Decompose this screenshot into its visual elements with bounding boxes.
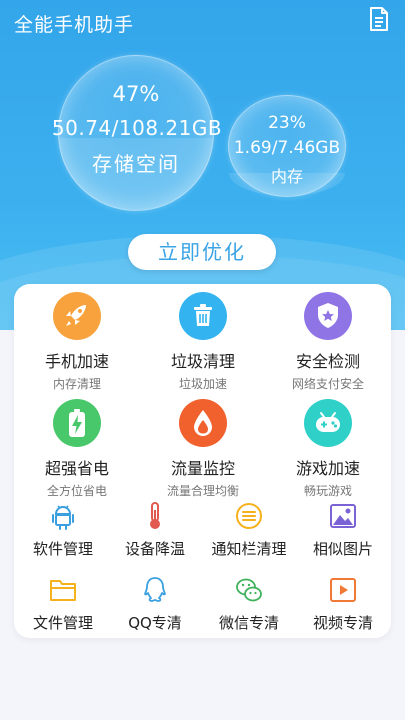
- document-icon[interactable]: [367, 6, 391, 32]
- battery-icon: [53, 399, 101, 447]
- tool-notification-clean[interactable]: 通知栏清理: [202, 502, 296, 559]
- tool-similar-images[interactable]: 相似图片: [296, 502, 390, 559]
- tool-label: 文件管理: [32, 614, 93, 632]
- memory-label: 内存: [270, 167, 303, 186]
- tool-qq-clean[interactable]: QQ专清: [108, 576, 202, 633]
- tool-label: 通知栏清理: [211, 540, 287, 558]
- memory-usage: 1.69/7.46GB: [233, 138, 341, 158]
- feature-card: 手机加速 内存清理 垃圾清理 垃圾加速 安全检测 网络支付安全 超强省电 全方位…: [14, 284, 391, 638]
- feature-security-check[interactable]: 安全检测 网络支付安全: [265, 292, 391, 392]
- android-icon: [52, 505, 74, 530]
- image-icon: [330, 504, 356, 528]
- tool-label: 视频专清: [312, 614, 373, 632]
- feature-power-save[interactable]: 超强省电 全方位省电: [14, 399, 140, 499]
- feature-subtitle: 垃圾加速: [178, 377, 227, 391]
- thermometer-icon: [150, 502, 160, 529]
- rocket-icon: [53, 292, 101, 340]
- feature-traffic-monitor[interactable]: 流量监控 流量合理均衡: [140, 399, 266, 499]
- tool-app-manager[interactable]: 软件管理: [16, 502, 110, 559]
- feature-title: 游戏加速: [295, 459, 360, 478]
- tool-video-clean[interactable]: 视频专清: [296, 576, 390, 633]
- storage-gauge[interactable]: 47% 50.74/108.21GB 存储空间: [52, 55, 222, 211]
- feature-phone-boost[interactable]: 手机加速 内存清理: [14, 292, 140, 392]
- tool-device-cooling[interactable]: 设备降温: [108, 502, 202, 559]
- tool-wechat-clean[interactable]: 微信专清: [202, 576, 296, 633]
- wechat-icon: [236, 578, 262, 602]
- gamepad-icon: [304, 399, 352, 447]
- feature-title: 手机加速: [44, 352, 109, 371]
- optimize-button[interactable]: 立即优化: [128, 234, 276, 270]
- shield-star-icon: [304, 292, 352, 340]
- feature-title: 垃圾清理: [170, 352, 235, 371]
- app-title: 全能手机助手: [14, 14, 135, 36]
- feature-title: 流量监控: [170, 459, 235, 478]
- storage-usage: 50.74/108.21GB: [51, 116, 223, 140]
- tool-label: QQ专清: [128, 614, 182, 632]
- memory-percent: 23%: [268, 113, 306, 133]
- storage-percent: 47%: [112, 82, 160, 106]
- tool-label: 设备降温: [124, 540, 185, 558]
- tool-label: 软件管理: [32, 540, 93, 558]
- tool-file-manager[interactable]: 文件管理: [16, 576, 110, 633]
- list-icon: [236, 503, 262, 529]
- feature-game-boost[interactable]: 游戏加速 畅玩游戏: [265, 399, 391, 499]
- feature-junk-clean[interactable]: 垃圾清理 垃圾加速: [140, 292, 266, 392]
- header-area: 全能手机助手 47% 50.74/108.21GB 存储空间 23% 1.69/…: [0, 0, 405, 330]
- feature-subtitle: 全方位省电: [46, 484, 107, 498]
- folder-icon: [50, 580, 76, 601]
- feature-subtitle: 畅玩游戏: [303, 484, 352, 498]
- video-icon: [330, 578, 356, 602]
- feature-title: 超强省电: [44, 459, 109, 478]
- tool-label: 相似图片: [312, 540, 373, 558]
- storage-label: 存储空间: [92, 152, 180, 176]
- feature-subtitle: 内存清理: [52, 377, 101, 391]
- trash-icon: [179, 292, 227, 340]
- drop-icon: [179, 399, 227, 447]
- tool-label: 微信专清: [218, 614, 279, 632]
- feature-subtitle: 流量合理均衡: [166, 484, 239, 498]
- feature-title: 安全检测: [295, 352, 360, 371]
- memory-gauge[interactable]: 23% 1.69/7.46GB 内存: [228, 95, 346, 197]
- feature-subtitle: 网络支付安全: [291, 377, 364, 391]
- qq-icon: [144, 577, 166, 602]
